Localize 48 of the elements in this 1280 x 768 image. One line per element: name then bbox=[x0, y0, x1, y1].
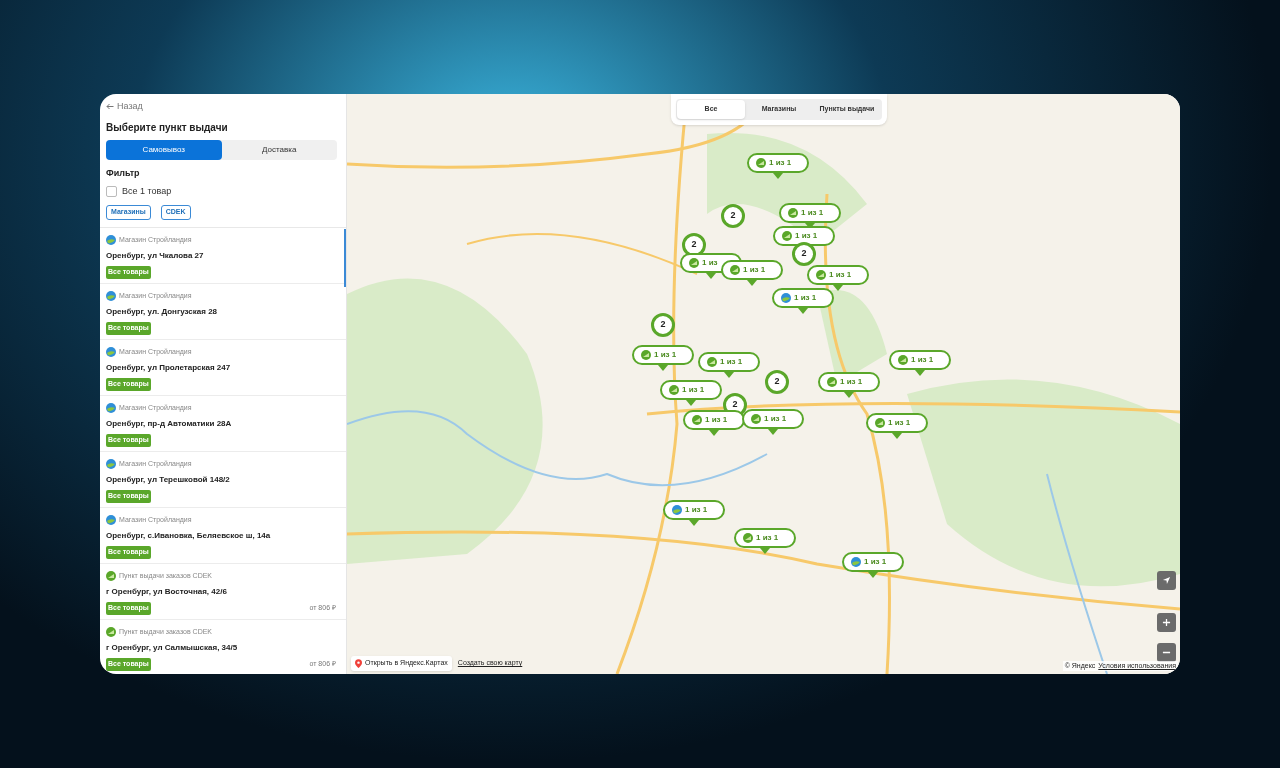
location-pin-icon bbox=[355, 659, 362, 668]
sphere-icon bbox=[730, 265, 740, 275]
sphere-icon bbox=[106, 626, 116, 637]
globe-logo-icon bbox=[106, 514, 116, 525]
sphere-icon bbox=[756, 158, 766, 168]
globe-logo-icon bbox=[781, 293, 791, 303]
globe-logo-icon bbox=[106, 346, 116, 357]
point-address: Оренбург, с.Ивановка, Беляевское ш, 14а bbox=[106, 530, 272, 542]
globe-logo-icon bbox=[106, 458, 116, 469]
sphere-icon bbox=[898, 355, 908, 365]
globe-logo-icon bbox=[106, 402, 116, 413]
filter-heading: Фильтр bbox=[106, 166, 141, 180]
point-address: г Оренбург, ул Салмышская, 34/5 bbox=[106, 642, 239, 654]
sphere-icon bbox=[641, 350, 651, 360]
globe-logo-icon bbox=[106, 234, 116, 245]
sphere-icon bbox=[689, 258, 699, 268]
back-link[interactable]: Назад bbox=[106, 100, 143, 114]
sphere-icon bbox=[743, 533, 753, 543]
sphere-icon bbox=[782, 231, 792, 241]
navigation-arrow-icon bbox=[1162, 576, 1171, 585]
sphere-icon bbox=[875, 418, 885, 428]
point-address: Оренбург, ул. Донгузская 28 bbox=[106, 306, 219, 318]
globe-logo-icon bbox=[851, 557, 861, 567]
zoom-in-button[interactable] bbox=[1157, 613, 1176, 632]
scrollbar-thumb bbox=[344, 229, 346, 287]
globe-logo-icon bbox=[672, 505, 682, 515]
locate-button[interactable] bbox=[1157, 571, 1176, 590]
sphere-icon bbox=[707, 357, 717, 367]
checkbox[interactable] bbox=[106, 186, 117, 198]
checkbox-label: Все 1 товар bbox=[122, 185, 172, 198]
globe-logo-icon bbox=[106, 290, 116, 301]
sphere-icon bbox=[669, 385, 679, 395]
sphere-icon bbox=[788, 208, 798, 218]
page-title: Выберите пункт выдачи bbox=[106, 120, 229, 135]
point-address: Оренбург, ул Терешковой 148/2 bbox=[106, 474, 231, 486]
plus-icon bbox=[1162, 618, 1171, 627]
back-arrow-icon bbox=[106, 103, 114, 111]
point-address: г Оренбург, ул Восточная, 42/6 bbox=[106, 586, 228, 598]
mode-tab[interactable]: Доставка bbox=[221, 139, 337, 160]
sphere-icon bbox=[751, 414, 761, 424]
point-address: Оренбург, ул Пролетарская 247 bbox=[106, 362, 232, 374]
sphere-icon bbox=[816, 270, 826, 280]
point-address: Оренбург, пр-д Автоматики 28А bbox=[106, 418, 233, 430]
sphere-icon bbox=[106, 570, 116, 581]
sphere-icon bbox=[827, 377, 837, 387]
mode-tab[interactable]: Самовывоз bbox=[106, 139, 222, 160]
sphere-icon bbox=[692, 415, 702, 425]
point-address: Оренбург, ул Чкалова 27 bbox=[106, 250, 205, 262]
